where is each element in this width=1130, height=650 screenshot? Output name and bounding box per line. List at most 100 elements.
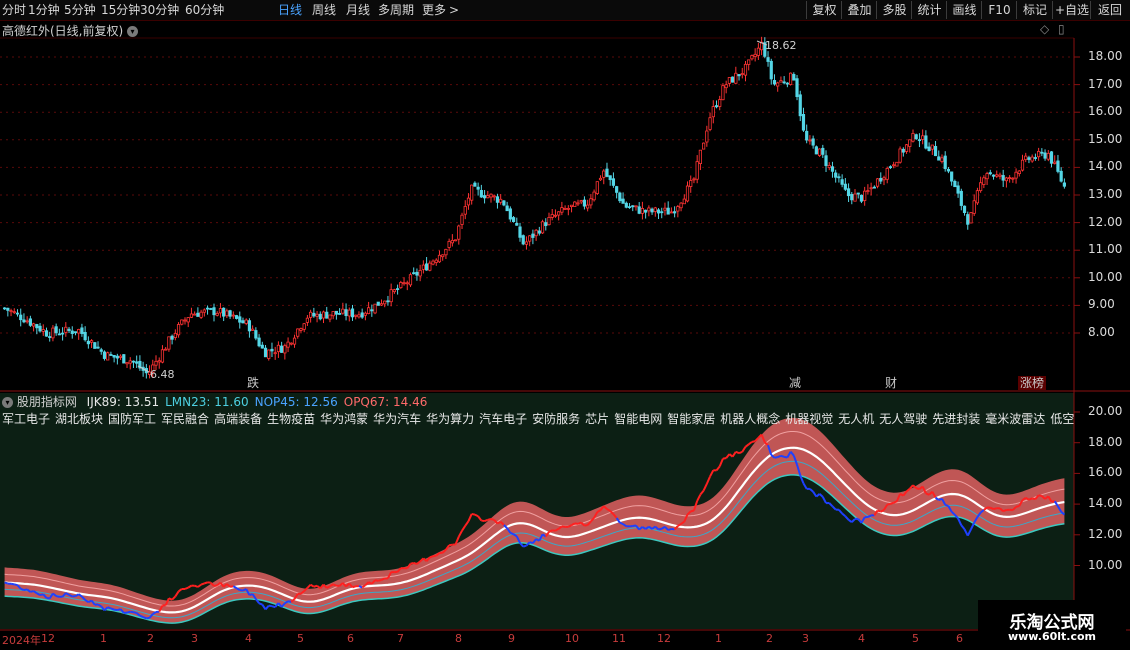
concept-tag[interactable]: 无人机 bbox=[838, 412, 874, 426]
candle-body bbox=[260, 344, 264, 349]
candle-body bbox=[1049, 151, 1054, 164]
candle-body bbox=[77, 329, 81, 334]
concept-tag[interactable]: 无人驾驶 bbox=[879, 412, 927, 426]
candle-body bbox=[1056, 160, 1060, 172]
candle-body bbox=[1014, 171, 1018, 179]
candle-body bbox=[15, 312, 20, 315]
candle-body bbox=[979, 182, 983, 192]
candle-body bbox=[86, 340, 90, 345]
event-tag-reduce[interactable]: 减 bbox=[787, 376, 803, 390]
candle-body bbox=[106, 352, 110, 361]
candle-body bbox=[135, 361, 139, 364]
indicator-price-line bbox=[429, 555, 434, 559]
candle-body bbox=[473, 182, 477, 187]
time-axis-label: 8 bbox=[455, 632, 462, 645]
concept-tag[interactable]: 华为汽车 bbox=[373, 412, 421, 426]
candle-body bbox=[1020, 159, 1025, 171]
candle-body bbox=[731, 76, 735, 83]
indicator-price-line bbox=[410, 561, 414, 565]
candle-body bbox=[553, 214, 558, 217]
candle-body bbox=[650, 208, 654, 213]
candle-body bbox=[631, 205, 635, 208]
concept-tag[interactable]: 生物疫苗 bbox=[267, 412, 315, 426]
candle-body bbox=[689, 180, 693, 187]
indicator-price-line bbox=[738, 450, 743, 455]
candle-body bbox=[540, 221, 545, 234]
concept-tag[interactable]: 机器人概念 bbox=[720, 412, 780, 426]
price-axis-label: 12.00 bbox=[1088, 214, 1123, 229]
candle-body bbox=[254, 330, 258, 339]
candle-body bbox=[927, 146, 931, 152]
candle-body bbox=[354, 314, 358, 317]
candle-body bbox=[115, 355, 119, 359]
price-axis-label: 11.00 bbox=[1088, 242, 1123, 257]
indicator-price-line bbox=[584, 524, 588, 527]
candle-body bbox=[273, 352, 277, 355]
candle-body bbox=[837, 176, 841, 179]
candle-body bbox=[128, 360, 132, 364]
candle-body bbox=[592, 191, 596, 201]
concept-tag[interactable]: 华为鸿蒙 bbox=[320, 412, 368, 426]
candle-body bbox=[222, 307, 226, 317]
time-axis-label: 2 bbox=[147, 632, 154, 645]
candle-body bbox=[1004, 177, 1009, 182]
concept-tag[interactable]: 高端装备 bbox=[214, 412, 262, 426]
candle-body bbox=[267, 349, 271, 359]
candle-body bbox=[276, 344, 281, 353]
candle-body bbox=[779, 80, 783, 83]
concept-tag[interactable]: 湖北板块 bbox=[55, 412, 103, 426]
kline-chart[interactable] bbox=[0, 0, 1130, 650]
concept-tag[interactable]: 先进封装 bbox=[932, 412, 980, 426]
indicator-price-line bbox=[184, 586, 189, 590]
candle-body bbox=[1062, 182, 1066, 187]
candle-body bbox=[943, 155, 947, 169]
candle-body bbox=[244, 319, 248, 324]
candle-body bbox=[6, 307, 10, 311]
concept-tag[interactable]: 国防军工 bbox=[108, 412, 156, 426]
concept-tag[interactable]: 毫米波雷达 bbox=[985, 412, 1045, 426]
indicator-value-0: IJK89: 13.51 bbox=[86, 395, 160, 409]
candle-body bbox=[202, 309, 206, 313]
candle-body bbox=[412, 272, 416, 275]
indicator-price-line bbox=[471, 512, 476, 516]
concept-tag[interactable]: 汽车电子 bbox=[479, 412, 527, 426]
candle-body bbox=[347, 309, 351, 317]
indicator-price-line bbox=[574, 522, 579, 525]
candle-body bbox=[102, 351, 107, 359]
candle-body bbox=[608, 175, 612, 181]
indicator-axis-label: 18.00 bbox=[1088, 434, 1123, 449]
candle-body bbox=[956, 185, 960, 194]
candle-body bbox=[170, 335, 174, 340]
candle-body bbox=[792, 74, 796, 81]
candle-body bbox=[846, 188, 851, 197]
concept-tag[interactable]: 华为算力 bbox=[426, 412, 474, 426]
concept-tag[interactable]: 芯片 bbox=[585, 412, 609, 426]
concept-tag[interactable]: 安防服务 bbox=[532, 412, 580, 426]
indicator-price-line bbox=[130, 610, 134, 614]
concept-tag[interactable]: 低空经济 bbox=[1050, 412, 1074, 426]
price-axis-label: 17.00 bbox=[1088, 76, 1123, 91]
chevron-down-icon[interactable]: ▾ bbox=[2, 397, 13, 408]
indicator-price-line bbox=[107, 606, 112, 610]
price-axis-label: 18.00 bbox=[1088, 49, 1123, 63]
concept-tag[interactable]: 机器视觉 bbox=[785, 412, 833, 426]
candle-body bbox=[479, 190, 483, 198]
concept-tag[interactable]: 军工电子 bbox=[2, 412, 50, 426]
candle-body bbox=[292, 337, 297, 345]
event-tag-finance[interactable]: 财 bbox=[883, 376, 899, 390]
event-tag-drop[interactable]: 跌 bbox=[245, 376, 261, 390]
event-tag-limit-up-list[interactable]: 涨榜 bbox=[1018, 376, 1047, 390]
indicator-price-line bbox=[14, 583, 18, 587]
concept-tag[interactable]: 智能家居 bbox=[667, 412, 715, 426]
candle-body bbox=[331, 311, 335, 317]
candle-body bbox=[173, 333, 177, 338]
candle-body bbox=[801, 114, 806, 131]
candle-body bbox=[695, 161, 699, 180]
candle-body bbox=[869, 187, 873, 190]
concept-tag[interactable]: 军民融合 bbox=[161, 412, 209, 426]
candle-body bbox=[325, 311, 329, 319]
concept-tag[interactable]: 智能电网 bbox=[614, 412, 662, 426]
indicator-header[interactable]: ▾ 股朋指标网 IJK89: 13.51 LMN23: 11.60 NOP45: 1… bbox=[2, 393, 427, 410]
candle-body bbox=[431, 260, 435, 265]
candle-body bbox=[118, 355, 123, 358]
